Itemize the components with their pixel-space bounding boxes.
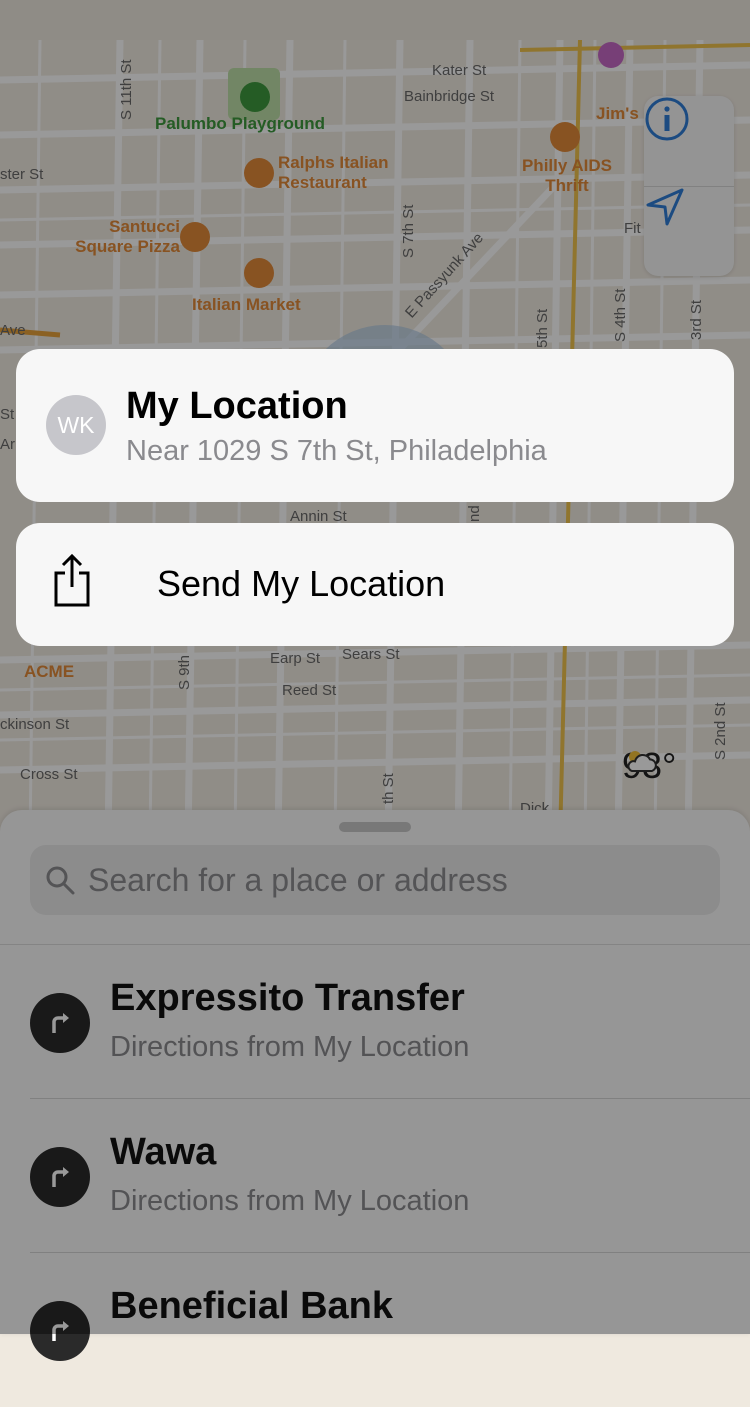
share-icon <box>52 553 92 614</box>
dim-overlay[interactable] <box>0 0 750 1334</box>
my-location-title: My Location <box>126 385 348 427</box>
my-location-card[interactable]: WK My Location Near 1029 S 7th St, Phila… <box>16 349 734 502</box>
avatar: WK <box>46 395 106 455</box>
send-my-location-button[interactable]: Send My Location <box>16 523 734 646</box>
my-location-address: Near 1029 S 7th St, Philadelphia <box>126 435 547 467</box>
send-my-location-label: Send My Location <box>157 563 446 604</box>
